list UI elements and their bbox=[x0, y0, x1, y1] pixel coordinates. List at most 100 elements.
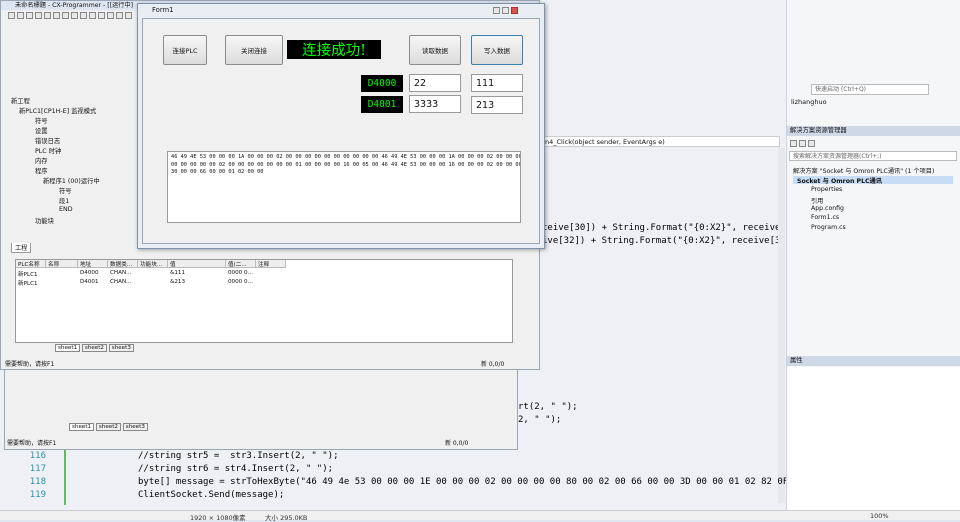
col-header[interactable]: 值 bbox=[168, 260, 226, 268]
cut-icon[interactable] bbox=[44, 12, 51, 19]
tree-node-settings[interactable]: 设置 bbox=[35, 126, 48, 135]
open-icon[interactable] bbox=[17, 12, 24, 19]
tree-node-fb[interactable]: 功能块 bbox=[35, 216, 54, 225]
connect-plc-button[interactable]: 连接PLC bbox=[163, 35, 207, 65]
code-line-d: 2, " "); bbox=[518, 415, 562, 425]
undo-icon[interactable] bbox=[71, 12, 78, 19]
close-connection-button[interactable]: 关闭连接 bbox=[225, 35, 283, 65]
tree-node-clock[interactable]: PLC 时钟 bbox=[35, 146, 61, 155]
properties-title: 属性 bbox=[787, 356, 960, 366]
col-header[interactable]: 数据类... bbox=[108, 260, 138, 268]
line-number: 119 bbox=[29, 490, 46, 500]
tree-node-programs[interactable]: 程序 bbox=[35, 166, 48, 175]
status-help: 需要帮助，请按F1 bbox=[5, 361, 55, 368]
sheet-tab[interactable]: sheet1 bbox=[69, 423, 95, 431]
tree-node-project[interactable]: 新工程 bbox=[11, 96, 30, 105]
solution-search-input[interactable]: 搜索解决方案资源管理器(Ctrl+;) bbox=[789, 151, 957, 161]
tree-node-program1[interactable]: 新程序1 (00)运行中 bbox=[43, 176, 100, 185]
minimize-icon[interactable] bbox=[493, 7, 500, 14]
tree-node-prog-symbols[interactable]: 符号 bbox=[59, 186, 72, 195]
method-dropdown[interactable]: n4_Click(object sender, EventArgs e) bbox=[540, 136, 780, 147]
hex-line: 00 00 00 00 00 02 00 00 00 00 00 00 00 0… bbox=[171, 161, 520, 168]
code-line: ClientSocket.Send(message); bbox=[138, 490, 285, 500]
save-icon[interactable] bbox=[26, 12, 33, 19]
user-name[interactable]: lizhanghuo bbox=[791, 98, 827, 106]
cell[interactable]: 0000 0... bbox=[226, 279, 256, 288]
cx-programmer-window-2: sheet1 sheet2 sheet3 需要帮助，请按F1 新 0,0/0 bbox=[4, 365, 518, 450]
solution-item[interactable]: App.config bbox=[811, 205, 844, 212]
sheet-tabs: sheet1 sheet2 sheet3 bbox=[15, 344, 315, 353]
col-header[interactable]: 注释 bbox=[256, 260, 286, 268]
tree-node-errorlog[interactable]: 错误日志 bbox=[35, 136, 60, 145]
read-value-field[interactable]: 3333 bbox=[409, 95, 461, 113]
line-number: 118 bbox=[29, 477, 46, 487]
col-header[interactable]: PLC名称 bbox=[16, 260, 46, 268]
home-icon[interactable] bbox=[790, 140, 797, 147]
sheet-tab[interactable]: sheet2 bbox=[95, 423, 121, 431]
new-icon[interactable] bbox=[8, 12, 15, 19]
zoom-text[interactable]: 100% bbox=[870, 512, 889, 520]
read-data-button[interactable]: 读取数据 bbox=[409, 35, 461, 65]
paste-icon[interactable] bbox=[62, 12, 69, 19]
cell[interactable]: CHAN... bbox=[108, 279, 138, 288]
cell[interactable]: 新PLC1 bbox=[16, 270, 46, 279]
editor-scrollbar[interactable] bbox=[778, 148, 785, 503]
sheet-tab[interactable]: sheet3 bbox=[122, 423, 148, 431]
change-bar bbox=[64, 450, 66, 505]
sheet-tab[interactable]: sheet3 bbox=[108, 344, 134, 352]
cell[interactable]: &213 bbox=[168, 279, 226, 288]
write-data-button[interactable]: 写入数据 bbox=[471, 35, 523, 65]
resolution-text: 1920 × 1080像素 bbox=[190, 514, 246, 522]
col-header[interactable]: 值(二... bbox=[226, 260, 256, 268]
solution-item[interactable]: Form1.cs bbox=[811, 214, 839, 221]
cx-toolbar-area bbox=[7, 11, 137, 91]
write-value-field[interactable]: 111 bbox=[471, 74, 523, 92]
read-value-field[interactable]: 22 bbox=[409, 74, 461, 92]
refresh-icon[interactable] bbox=[799, 140, 806, 147]
cell[interactable]: D4001 bbox=[78, 279, 108, 288]
tree-node-memory[interactable]: 内存 bbox=[35, 156, 48, 165]
code-line: //string str5 = str3.Insert(2, " "); bbox=[138, 451, 339, 461]
cell[interactable]: 0000 0... bbox=[226, 270, 256, 279]
monitor-icon[interactable] bbox=[107, 12, 114, 19]
cell[interactable]: 新PLC1 bbox=[16, 279, 46, 288]
write-value-field[interactable]: 213 bbox=[471, 96, 523, 114]
solution-item[interactable]: Program.cs bbox=[811, 224, 846, 231]
solution-item[interactable]: Properties bbox=[811, 186, 842, 193]
tree-node-end[interactable]: END bbox=[59, 206, 73, 213]
search-icon[interactable] bbox=[80, 12, 87, 19]
cell[interactable]: &111 bbox=[168, 270, 226, 279]
status-position: 新 0,0/0 bbox=[481, 361, 505, 368]
solution-item[interactable]: 引用 bbox=[811, 196, 823, 205]
sheet-tab[interactable]: sheet2 bbox=[81, 344, 107, 352]
maximize-icon[interactable] bbox=[502, 7, 509, 14]
stop-icon[interactable] bbox=[125, 12, 132, 19]
col-header[interactable]: 功能块... bbox=[138, 260, 168, 268]
form-client: 连接PLC 关闭连接 连接成功! 读取数据 写入数据 D4000 22 111 … bbox=[142, 18, 540, 244]
online-icon[interactable] bbox=[98, 12, 105, 19]
quick-launch-input[interactable]: 快速启动 (Ctrl+Q) bbox=[811, 84, 929, 95]
col-header[interactable]: 名称 bbox=[46, 260, 78, 268]
connection-status: 连接成功! bbox=[287, 40, 381, 59]
cell[interactable]: D4000 bbox=[78, 270, 108, 279]
zoom-icon[interactable] bbox=[89, 12, 96, 19]
tree-node-symbols[interactable]: 符号 bbox=[35, 116, 48, 125]
copy-icon[interactable] bbox=[53, 12, 60, 19]
col-header[interactable]: 地址 bbox=[78, 260, 108, 268]
sheet-tab[interactable]: sheet1 bbox=[55, 344, 81, 352]
code-line: byte[] message = strToHexByte("46 49 4e … bbox=[138, 477, 805, 487]
cell[interactable]: CHAN... bbox=[108, 270, 138, 279]
print-icon[interactable] bbox=[35, 12, 42, 19]
tree-node-plc[interactable]: 新PLC1[CP1H-E] 监视模式 bbox=[19, 106, 96, 115]
hex-output-textbox[interactable]: 46 49 4E 53 00 00 00 1A 00 00 00 02 00 0… bbox=[167, 151, 521, 223]
project-node[interactable]: Socket 与 Omron PLC通讯 bbox=[793, 176, 953, 185]
tree-node-section1[interactable]: 段1 bbox=[59, 196, 69, 205]
run-icon[interactable] bbox=[116, 12, 123, 19]
tab-project[interactable]: 工程 bbox=[11, 243, 32, 253]
solution-node[interactable]: 解决方案 "Socket 与 Omron PLC通讯" (1 个项目) bbox=[793, 166, 934, 175]
solution-explorer-panel: 快速启动 (Ctrl+Q) lizhanghuo 解决方案资源管理器 搜索解决方… bbox=[786, 0, 960, 510]
watch-window: PLC名称 名称 地址 数据类... 功能块... 值 值(二... 注释 新P… bbox=[15, 259, 513, 343]
solution-toolbar bbox=[789, 139, 949, 149]
close-icon[interactable] bbox=[511, 7, 518, 14]
settings-icon[interactable] bbox=[808, 140, 815, 147]
